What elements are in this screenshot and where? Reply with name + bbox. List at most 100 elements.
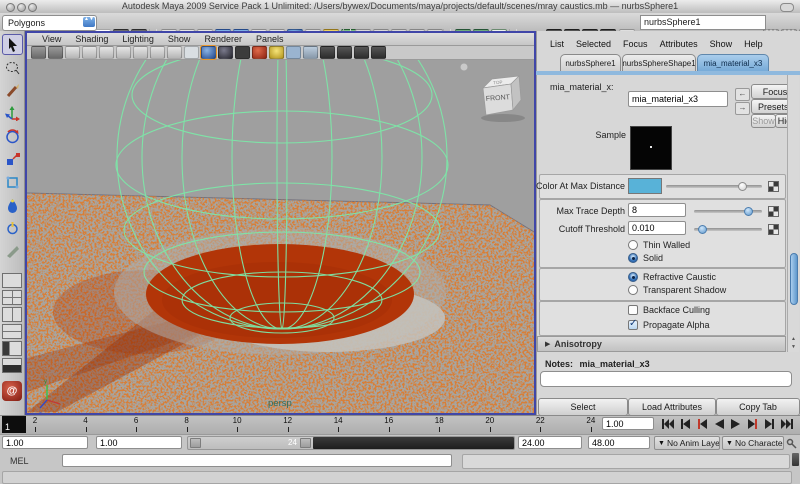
paint-select-tool[interactable] [2, 80, 23, 101]
cutoff-threshold-slider[interactable] [694, 224, 762, 234]
color-at-max-distance-slider[interactable] [666, 181, 762, 191]
playback-end-field[interactable] [518, 436, 582, 449]
step-forward-key-icon[interactable] [745, 417, 761, 431]
select-tool[interactable] [1, 34, 23, 55]
flat-shade-mode-icon[interactable] [218, 46, 233, 59]
anisotropy-section-header[interactable]: ▶ Anisotropy [537, 336, 786, 352]
textured-mode-icon[interactable] [252, 46, 267, 59]
map-texture-icon[interactable] [768, 206, 779, 217]
tab-nurbsSphere1[interactable]: nurbsSphere1 [560, 54, 621, 71]
viewport-menu-item[interactable]: Show [161, 34, 198, 44]
color-at-max-distance-swatch[interactable] [628, 178, 662, 194]
smooth-shade-mode-icon[interactable] [200, 45, 217, 60]
time-tick[interactable]: 20 [479, 416, 501, 433]
time-tick[interactable]: 2 [24, 416, 46, 433]
playback-start-field[interactable] [96, 436, 182, 449]
time-tick[interactable]: 4 [75, 416, 97, 433]
script-editor-icon[interactable] [792, 453, 799, 466]
single-pane-layout[interactable] [2, 273, 22, 288]
attribute-editor-menu-item[interactable]: Help [738, 39, 769, 49]
play-backwards-icon[interactable] [711, 417, 727, 431]
range-outer-bar[interactable] [313, 437, 514, 449]
propagate-alpha-checkbox[interactable] [628, 318, 638, 330]
go-to-start-icon[interactable] [660, 417, 676, 431]
isolate-select-icon[interactable] [320, 46, 335, 59]
gate-mask-icon[interactable] [150, 46, 165, 59]
scroll-down-icon[interactable]: ▼ [791, 344, 796, 350]
fur-display-icon[interactable] [337, 46, 352, 59]
menu-set-dropdown[interactable]: Polygons ▲▼ [2, 15, 97, 31]
range-start-handle[interactable] [190, 438, 201, 448]
use-shadows-icon[interactable] [286, 46, 301, 59]
node-name-field[interactable] [628, 91, 728, 107]
two-pane-stacked-layout[interactable] [2, 324, 22, 339]
bounding-box-mode-icon[interactable] [235, 46, 250, 59]
safe-display-icon[interactable] [167, 46, 182, 59]
thin-walled-radio[interactable] [628, 240, 638, 250]
viewport-menu-item[interactable]: Shading [68, 34, 115, 44]
high-quality-render-icon[interactable] [371, 46, 386, 59]
mel-command-input[interactable] [62, 454, 452, 467]
four-pane-layout[interactable] [2, 290, 22, 305]
attribute-editor-menu-item[interactable]: Focus [617, 39, 654, 49]
time-tick[interactable]: 14 [327, 416, 349, 433]
character-set-dropdown[interactable]: ▼ No Character Set [722, 436, 784, 450]
two-pane-side-layout[interactable] [2, 307, 22, 322]
viewport-menu-item[interactable]: View [35, 34, 68, 44]
view-axis-icon[interactable] [82, 46, 97, 59]
film-gate-icon[interactable] [116, 46, 131, 59]
viewport-menu-item[interactable]: Panels [249, 34, 291, 44]
rotate-tool[interactable] [2, 126, 23, 147]
max-trace-depth-slider[interactable] [694, 206, 762, 216]
show-button[interactable]: Show [751, 114, 776, 128]
toolbar-toggle-icon[interactable] [780, 3, 794, 12]
arrow-right-icon[interactable]: → [735, 102, 750, 115]
scrollbar-thumb[interactable] [790, 253, 798, 305]
copy-tab-button[interactable]: Copy Tab [716, 398, 800, 416]
title-bar[interactable]: Autodesk Maya 2009 Service Pack 1 Unlimi… [0, 0, 800, 14]
time-tick[interactable]: 24 [580, 416, 602, 433]
backface-culling-checkbox[interactable] [628, 305, 638, 315]
viewport-menu-item[interactable]: Renderer [197, 34, 249, 44]
viewport-3d-view[interactable]: TOP FRONT y z persp [27, 60, 534, 413]
notes-field[interactable] [540, 371, 792, 387]
view-cube-top-label[interactable]: TOP [493, 80, 503, 86]
step-forward-frame-icon[interactable] [762, 417, 778, 431]
arrow-left-icon[interactable]: ← [735, 88, 750, 101]
time-tick[interactable]: 6 [125, 416, 147, 433]
range-slider[interactable]: 24 [187, 436, 515, 450]
hardware-texturing-icon[interactable] [354, 46, 369, 59]
time-tick[interactable]: 10 [226, 416, 248, 433]
hypergraph-persp-layout[interactable] [2, 358, 22, 373]
resolution-gate-icon[interactable] [133, 46, 148, 59]
time-tick[interactable]: 22 [529, 416, 551, 433]
universal-manipulator-tool[interactable] [2, 172, 23, 193]
step-back-key-icon[interactable] [694, 417, 710, 431]
go-to-end-icon[interactable] [779, 417, 795, 431]
command-line-label[interactable]: MEL [10, 456, 29, 466]
solid-radio[interactable] [628, 253, 638, 263]
range-end-handle[interactable] [300, 438, 311, 448]
animation-start-field[interactable] [2, 436, 88, 449]
attribute-editor-menu-item[interactable]: Selected [570, 39, 617, 49]
xray-mode-icon[interactable] [303, 46, 318, 59]
attribute-editor-menu-item[interactable]: Show [704, 39, 739, 49]
soft-modification-tool[interactable] [2, 195, 23, 216]
time-tick[interactable]: 8 [176, 416, 198, 433]
animation-end-field[interactable] [588, 436, 650, 449]
select-button[interactable]: Select [538, 398, 628, 416]
outliner-persp-layout[interactable] [2, 341, 22, 356]
refractive-caustic-radio[interactable] [628, 272, 638, 282]
cutoff-threshold-field[interactable] [628, 221, 686, 235]
load-attributes-button[interactable]: Load Attributes [628, 398, 716, 416]
time-tick[interactable]: 12 [277, 416, 299, 433]
current-time-field[interactable] [602, 417, 654, 430]
grid-toggle-icon[interactable] [99, 46, 114, 59]
selection-name-field[interactable]: nurbsSphere1 [640, 15, 766, 30]
current-frame-indicator[interactable]: 1 [2, 416, 26, 433]
show-manipulator-tool[interactable] [2, 218, 23, 239]
maya-logo-icon[interactable]: @ [2, 381, 22, 401]
max-trace-depth-field[interactable] [628, 203, 686, 217]
move-tool[interactable] [2, 103, 23, 124]
time-tick[interactable]: 16 [378, 416, 400, 433]
